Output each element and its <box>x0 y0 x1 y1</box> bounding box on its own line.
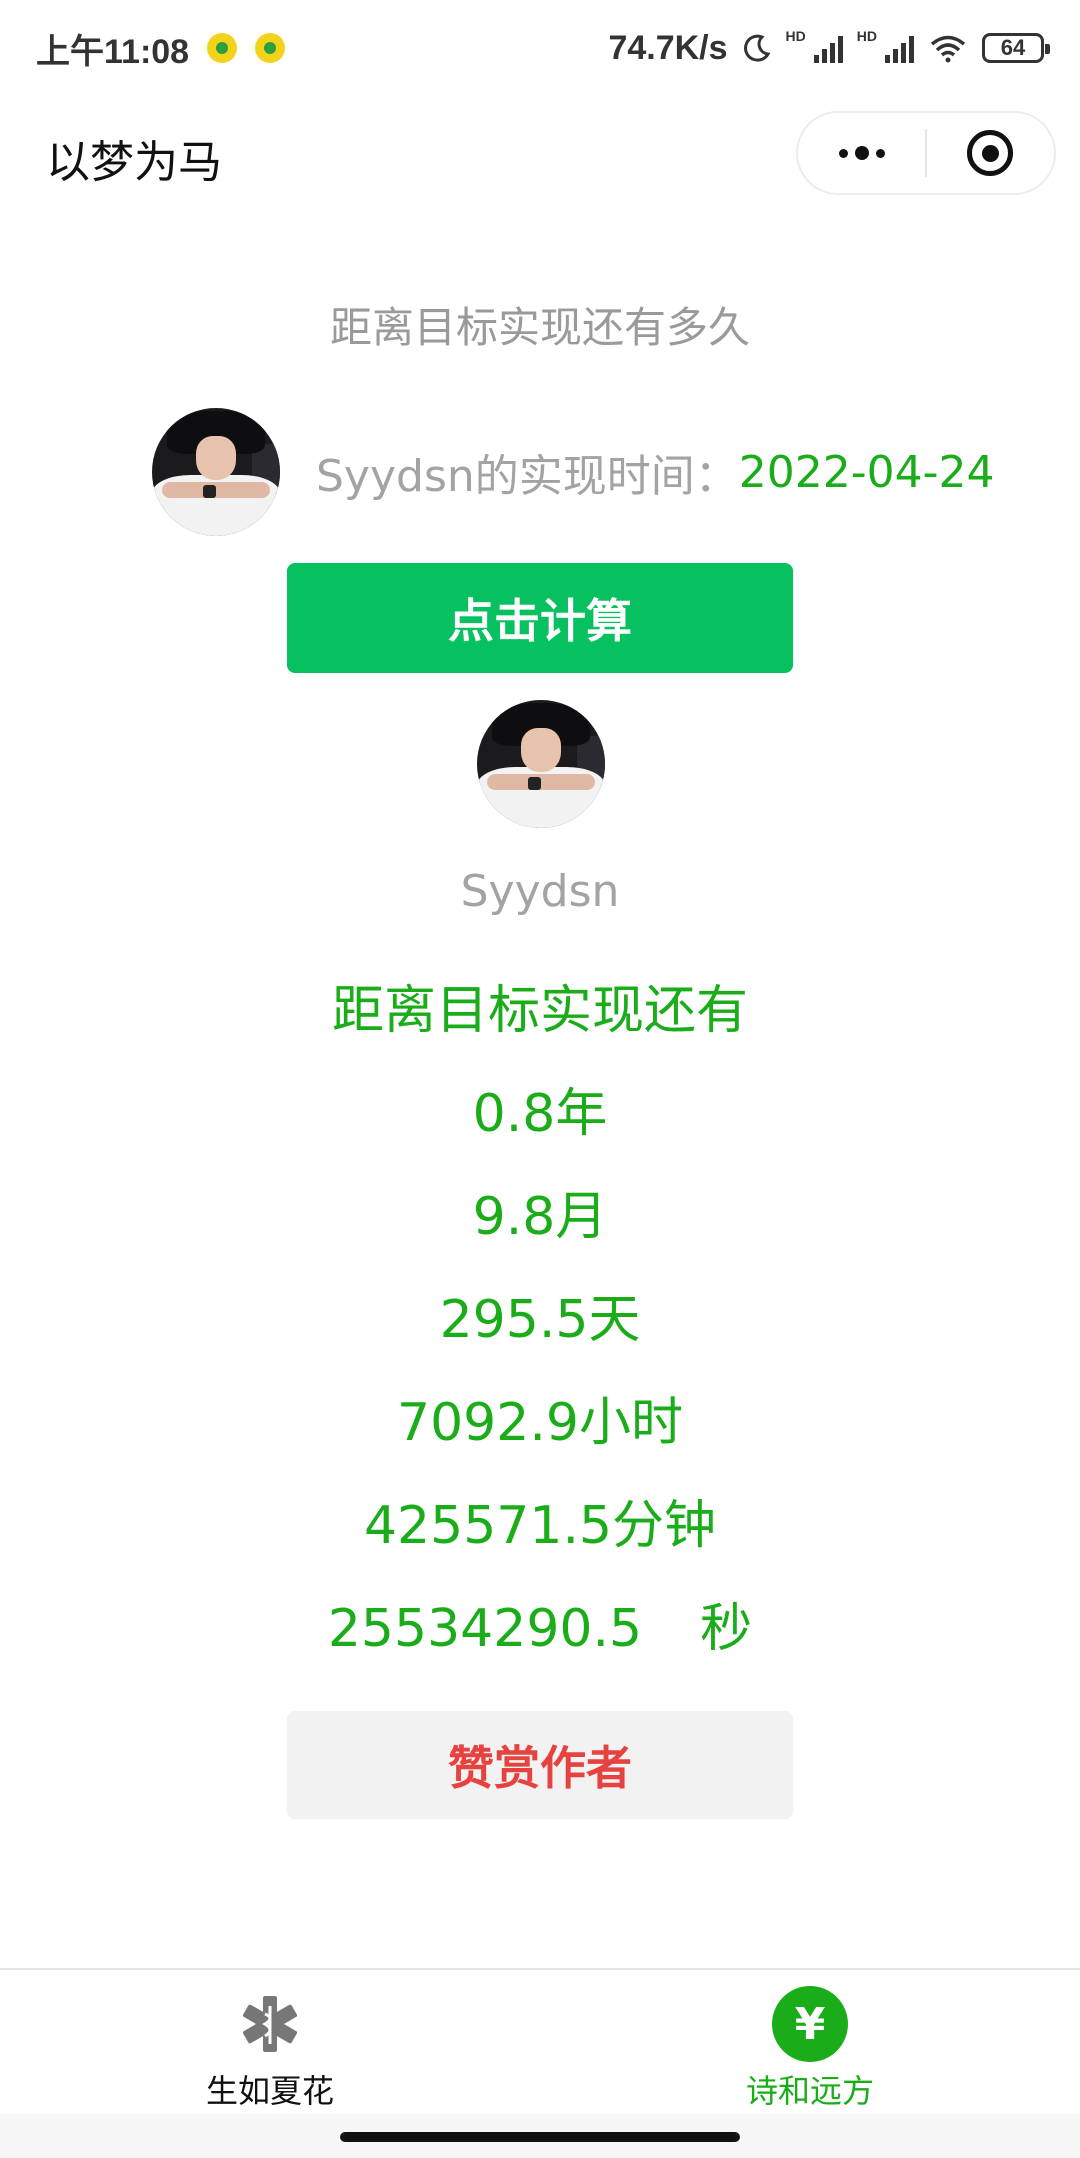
tab-shengruxiahua[interactable]: 生如夏花 <box>120 1970 420 2114</box>
deadline-row: Syydsn的实现时间： 2022-04-24 <box>152 408 994 536</box>
tab-label: 生如夏花 <box>205 2072 334 2110</box>
result-years: 0.8年 <box>472 1084 608 1144</box>
results-heading: 距离目标实现还有 <box>331 981 748 1041</box>
hd-label: HD <box>785 28 806 44</box>
deadline-date[interactable]: 2022-04-24 <box>739 447 995 498</box>
target-circle-icon <box>967 130 1014 176</box>
music-app-icon <box>207 33 238 63</box>
signal-icon <box>813 33 843 63</box>
wifi-icon <box>930 35 966 63</box>
result-months: 9.8月 <box>472 1187 608 1247</box>
tab-bar: 生如夏花 ¥ 诗和远方 <box>0 1968 1080 2114</box>
nav-bar: 以梦为马 <box>0 96 1080 216</box>
reward-author-button[interactable]: 赞赏作者 <box>287 1711 793 1819</box>
status-time: 上午11:08 <box>36 32 190 71</box>
miniprogram-capsule <box>796 111 1056 195</box>
status-right: 74.7K/s HD HD 64 <box>608 28 1050 68</box>
yen-icon: ¥ <box>772 1986 848 2062</box>
user-avatar <box>477 700 605 828</box>
result-seconds: 25534290.5 秒 <box>0 1594 1080 1697</box>
tab-label: 诗和远方 <box>745 2072 874 2110</box>
result-minutes: 425571.5分钟 <box>363 1496 717 1556</box>
network-speed: 74.7K/s <box>608 28 728 67</box>
music-app-icon <box>255 33 286 63</box>
seconds-unit: 秒 <box>700 1599 753 1659</box>
battery-icon: 64 <box>982 33 1050 63</box>
status-bar: 上午11:08 74.7K/s HD HD 64 <box>0 0 1080 96</box>
seconds-value: 25534290.5 <box>327 1599 643 1659</box>
countdown-results: 距离目标实现还有 0.8年 9.8月 295.5天 7092.9小时 42557… <box>0 976 1080 1697</box>
medical-star-icon <box>232 1986 308 2062</box>
more-button[interactable] <box>798 113 925 193</box>
calculate-button[interactable]: 点击计算 <box>287 563 793 673</box>
hd-label: HD <box>856 28 877 44</box>
tab-shihe-yuanfang[interactable]: ¥ 诗和远方 <box>660 1970 960 2114</box>
deadline-label: Syydsn的实现时间： <box>316 451 739 502</box>
page-title: 以梦为马 <box>46 137 222 188</box>
status-left: 上午11:08 <box>36 24 286 73</box>
avatar <box>152 408 280 536</box>
signal-icon <box>885 33 914 63</box>
page-subtitle: 距离目标实现还有多久 <box>329 303 750 352</box>
more-dots-icon <box>838 146 885 160</box>
result-days: 295.5天 <box>439 1290 641 1350</box>
home-indicator[interactable] <box>340 2132 740 2142</box>
username: Syydsn <box>460 866 620 917</box>
result-hours: 7092.9小时 <box>397 1393 683 1453</box>
close-button[interactable] <box>927 113 1054 193</box>
app-screen: 上午11:08 74.7K/s HD HD 64 以梦为马 距离目标实现还有多久… <box>0 0 1080 2158</box>
moon-icon <box>743 34 770 62</box>
